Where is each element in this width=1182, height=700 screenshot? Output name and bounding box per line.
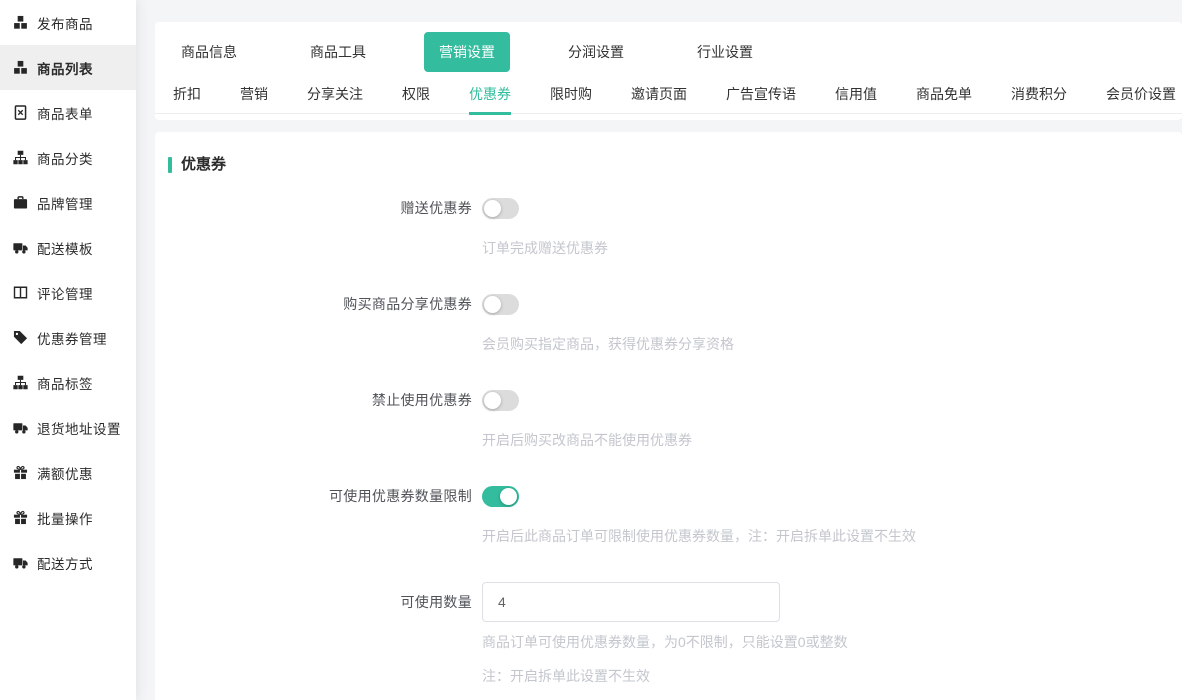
sub-tab-8[interactable]: 信用值 [835, 84, 877, 115]
help-text: 注：开启拆单此设置不生效 [482, 669, 848, 683]
sub-tab-0[interactable]: 折扣 [173, 84, 201, 115]
toggle-knob [484, 200, 501, 217]
sidebar-item-label: 品牌管理 [37, 193, 93, 213]
sidebar-menu: 发布商品商品列表商品表单商品分类品牌管理配送模板评论管理优惠券管理商品标签退货地… [0, 0, 136, 585]
sidebar-item-10[interactable]: 满额优惠 [0, 450, 136, 495]
truck-icon [13, 555, 28, 570]
sidebar-item-0[interactable]: 发布商品 [0, 0, 136, 45]
sub-tab-2[interactable]: 分享关注 [307, 84, 363, 115]
sitemap-icon [13, 150, 28, 165]
sidebar-item-4[interactable]: 品牌管理 [0, 180, 136, 225]
sidebar-item-label: 商品列表 [37, 58, 93, 78]
sidebar-item-label: 配送方式 [37, 553, 93, 573]
sub-tab-6[interactable]: 邀请页面 [631, 84, 687, 115]
sub-tab-10[interactable]: 消费积分 [1011, 84, 1067, 115]
form-row-label: 可使用数量 [155, 582, 472, 683]
file-form-icon [13, 105, 28, 120]
main-tab-bar: 商品信息商品工具营销设置分润设置行业设置 [155, 42, 1182, 62]
toggle-knob [500, 488, 517, 505]
help-text: 开启后购买改商品不能使用优惠券 [482, 433, 692, 447]
toggle-switch[interactable] [482, 198, 519, 219]
sidebar-item-11[interactable]: 批量操作 [0, 495, 136, 540]
form-row-control: 订单完成赠送优惠券 [482, 198, 608, 255]
main-tab-0[interactable]: 商品信息 [181, 42, 237, 62]
sidebar-item-5[interactable]: 配送模板 [0, 225, 136, 270]
toggle-knob [484, 296, 501, 313]
sub-tab-9[interactable]: 商品免单 [916, 84, 972, 115]
sub-tab-5[interactable]: 限时购 [550, 84, 592, 115]
sidebar-item-label: 配送模板 [37, 238, 93, 258]
form-row-0: 赠送优惠券订单完成赠送优惠券 [155, 198, 1182, 255]
sidebar-item-7[interactable]: 优惠券管理 [0, 315, 136, 360]
gift-icon [13, 465, 28, 480]
sidebar-item-3[interactable]: 商品分类 [0, 135, 136, 180]
main-tab-3[interactable]: 分润设置 [568, 42, 624, 62]
form-row-3: 可使用优惠券数量限制开启后此商品订单可限制使用优惠券数量，注：开启拆单此设置不生… [155, 486, 1182, 543]
sidebar-item-label: 优惠券管理 [37, 328, 107, 348]
cubes-icon [13, 15, 28, 30]
help-text: 会员购买指定商品，获得优惠券分享资格 [482, 337, 734, 351]
help-text: 商品订单可使用优惠券数量，为0不限制，只能设置0或整数 [482, 635, 848, 649]
sidebar-item-6[interactable]: 评论管理 [0, 270, 136, 315]
sub-tab-1[interactable]: 营销 [240, 84, 268, 115]
sub-tab-7[interactable]: 广告宣传语 [726, 84, 796, 115]
sidebar-item-label: 发布商品 [37, 13, 93, 33]
toggle-switch[interactable] [482, 390, 519, 411]
help-text: 开启后此商品订单可限制使用优惠券数量，注：开启拆单此设置不生效 [482, 529, 916, 543]
toggle-switch[interactable] [482, 294, 519, 315]
tag-icon [13, 330, 28, 345]
sidebar-item-8[interactable]: 商品标签 [0, 360, 136, 405]
coupon-form: 赠送优惠券订单完成赠送优惠券购买商品分享优惠券会员购买指定商品，获得优惠券分享资… [155, 198, 1182, 683]
sub-tab-3[interactable]: 权限 [402, 84, 430, 115]
form-row-label: 可使用优惠券数量限制 [155, 486, 472, 543]
form-row-1: 购买商品分享优惠券会员购买指定商品，获得优惠券分享资格 [155, 294, 1182, 351]
main-area: 商品信息商品工具营销设置分润设置行业设置 折扣营销分享关注权限优惠券限时购邀请页… [136, 0, 1182, 700]
form-row-control: 商品订单可使用优惠券数量，为0不限制，只能设置0或整数注：开启拆单此设置不生效 [482, 582, 848, 683]
tabs-card: 商品信息 商品工具 营销设置 分润设置 行业设置 折扣 营销 分享关注 权限 优惠券 限时购 邀请页… [155, 22, 1182, 120]
sidebar-item-2[interactable]: 商品表单 [0, 90, 136, 135]
sidebar-item-12[interactable]: 配送方式 [0, 540, 136, 585]
columns-icon [13, 285, 28, 300]
form-row-label: 赠送优惠券 [155, 198, 472, 255]
gift-icon [13, 510, 28, 525]
sub-tab-4[interactable]: 优惠券 [469, 84, 511, 115]
sitemap-icon [13, 375, 28, 390]
form-row-control: 开启后此商品订单可限制使用优惠券数量，注：开启拆单此设置不生效 [482, 486, 916, 543]
cubes-icon [13, 60, 28, 75]
sidebar-item-label: 满额优惠 [37, 463, 93, 483]
form-row-2: 禁止使用优惠券开启后购买改商品不能使用优惠券 [155, 390, 1182, 447]
sub-tab-11[interactable]: 会员价设置 [1106, 84, 1176, 115]
sub-tab-bar: 折扣 营销 分享关注 权限 优惠券 限时购 邀请页面 广告宣传语 信用值 商品免单 消费积分 会员价设… [155, 84, 1182, 114]
sidebar-item-label: 批量操作 [37, 508, 93, 528]
form-row-control: 开启后购买改商品不能使用优惠券 [482, 390, 692, 447]
sidebar-item-1[interactable]: 商品列表 [0, 45, 136, 90]
sidebar-item-label: 评论管理 [37, 283, 93, 303]
truck-icon [13, 420, 28, 435]
sidebar-item-label: 退货地址设置 [37, 418, 121, 438]
form-row-label: 购买商品分享优惠券 [155, 294, 472, 351]
truck-icon [13, 240, 28, 255]
sidebar-item-label: 商品表单 [37, 103, 93, 123]
section-title: 优惠券 [168, 154, 1182, 176]
help-text: 订单完成赠送优惠券 [482, 241, 608, 255]
form-row-label: 禁止使用优惠券 [155, 390, 472, 447]
toggle-switch[interactable] [482, 486, 519, 507]
sidebar-item-9[interactable]: 退货地址设置 [0, 405, 136, 450]
form-row-control: 会员购买指定商品，获得优惠券分享资格 [482, 294, 734, 351]
form-row-4: 可使用数量商品订单可使用优惠券数量，为0不限制，只能设置0或整数注：开启拆单此设… [155, 582, 1182, 683]
main-tab-2[interactable]: 营销设置 [424, 32, 510, 72]
briefcase-icon [13, 195, 28, 210]
coupon-settings-card: 优惠券 赠送优惠券订单完成赠送优惠券购买商品分享优惠券会员购买指定商品，获得优惠… [155, 132, 1182, 700]
main-tab-1[interactable]: 商品工具 [310, 42, 366, 62]
main-tab-4[interactable]: 行业设置 [697, 42, 753, 62]
sidebar-item-label: 商品标签 [37, 373, 93, 393]
sidebar-item-label: 商品分类 [37, 148, 93, 168]
toggle-knob [484, 392, 501, 409]
sidebar: 发布商品商品列表商品表单商品分类品牌管理配送模板评论管理优惠券管理商品标签退货地… [0, 0, 136, 700]
usable-count-input[interactable] [482, 582, 780, 622]
